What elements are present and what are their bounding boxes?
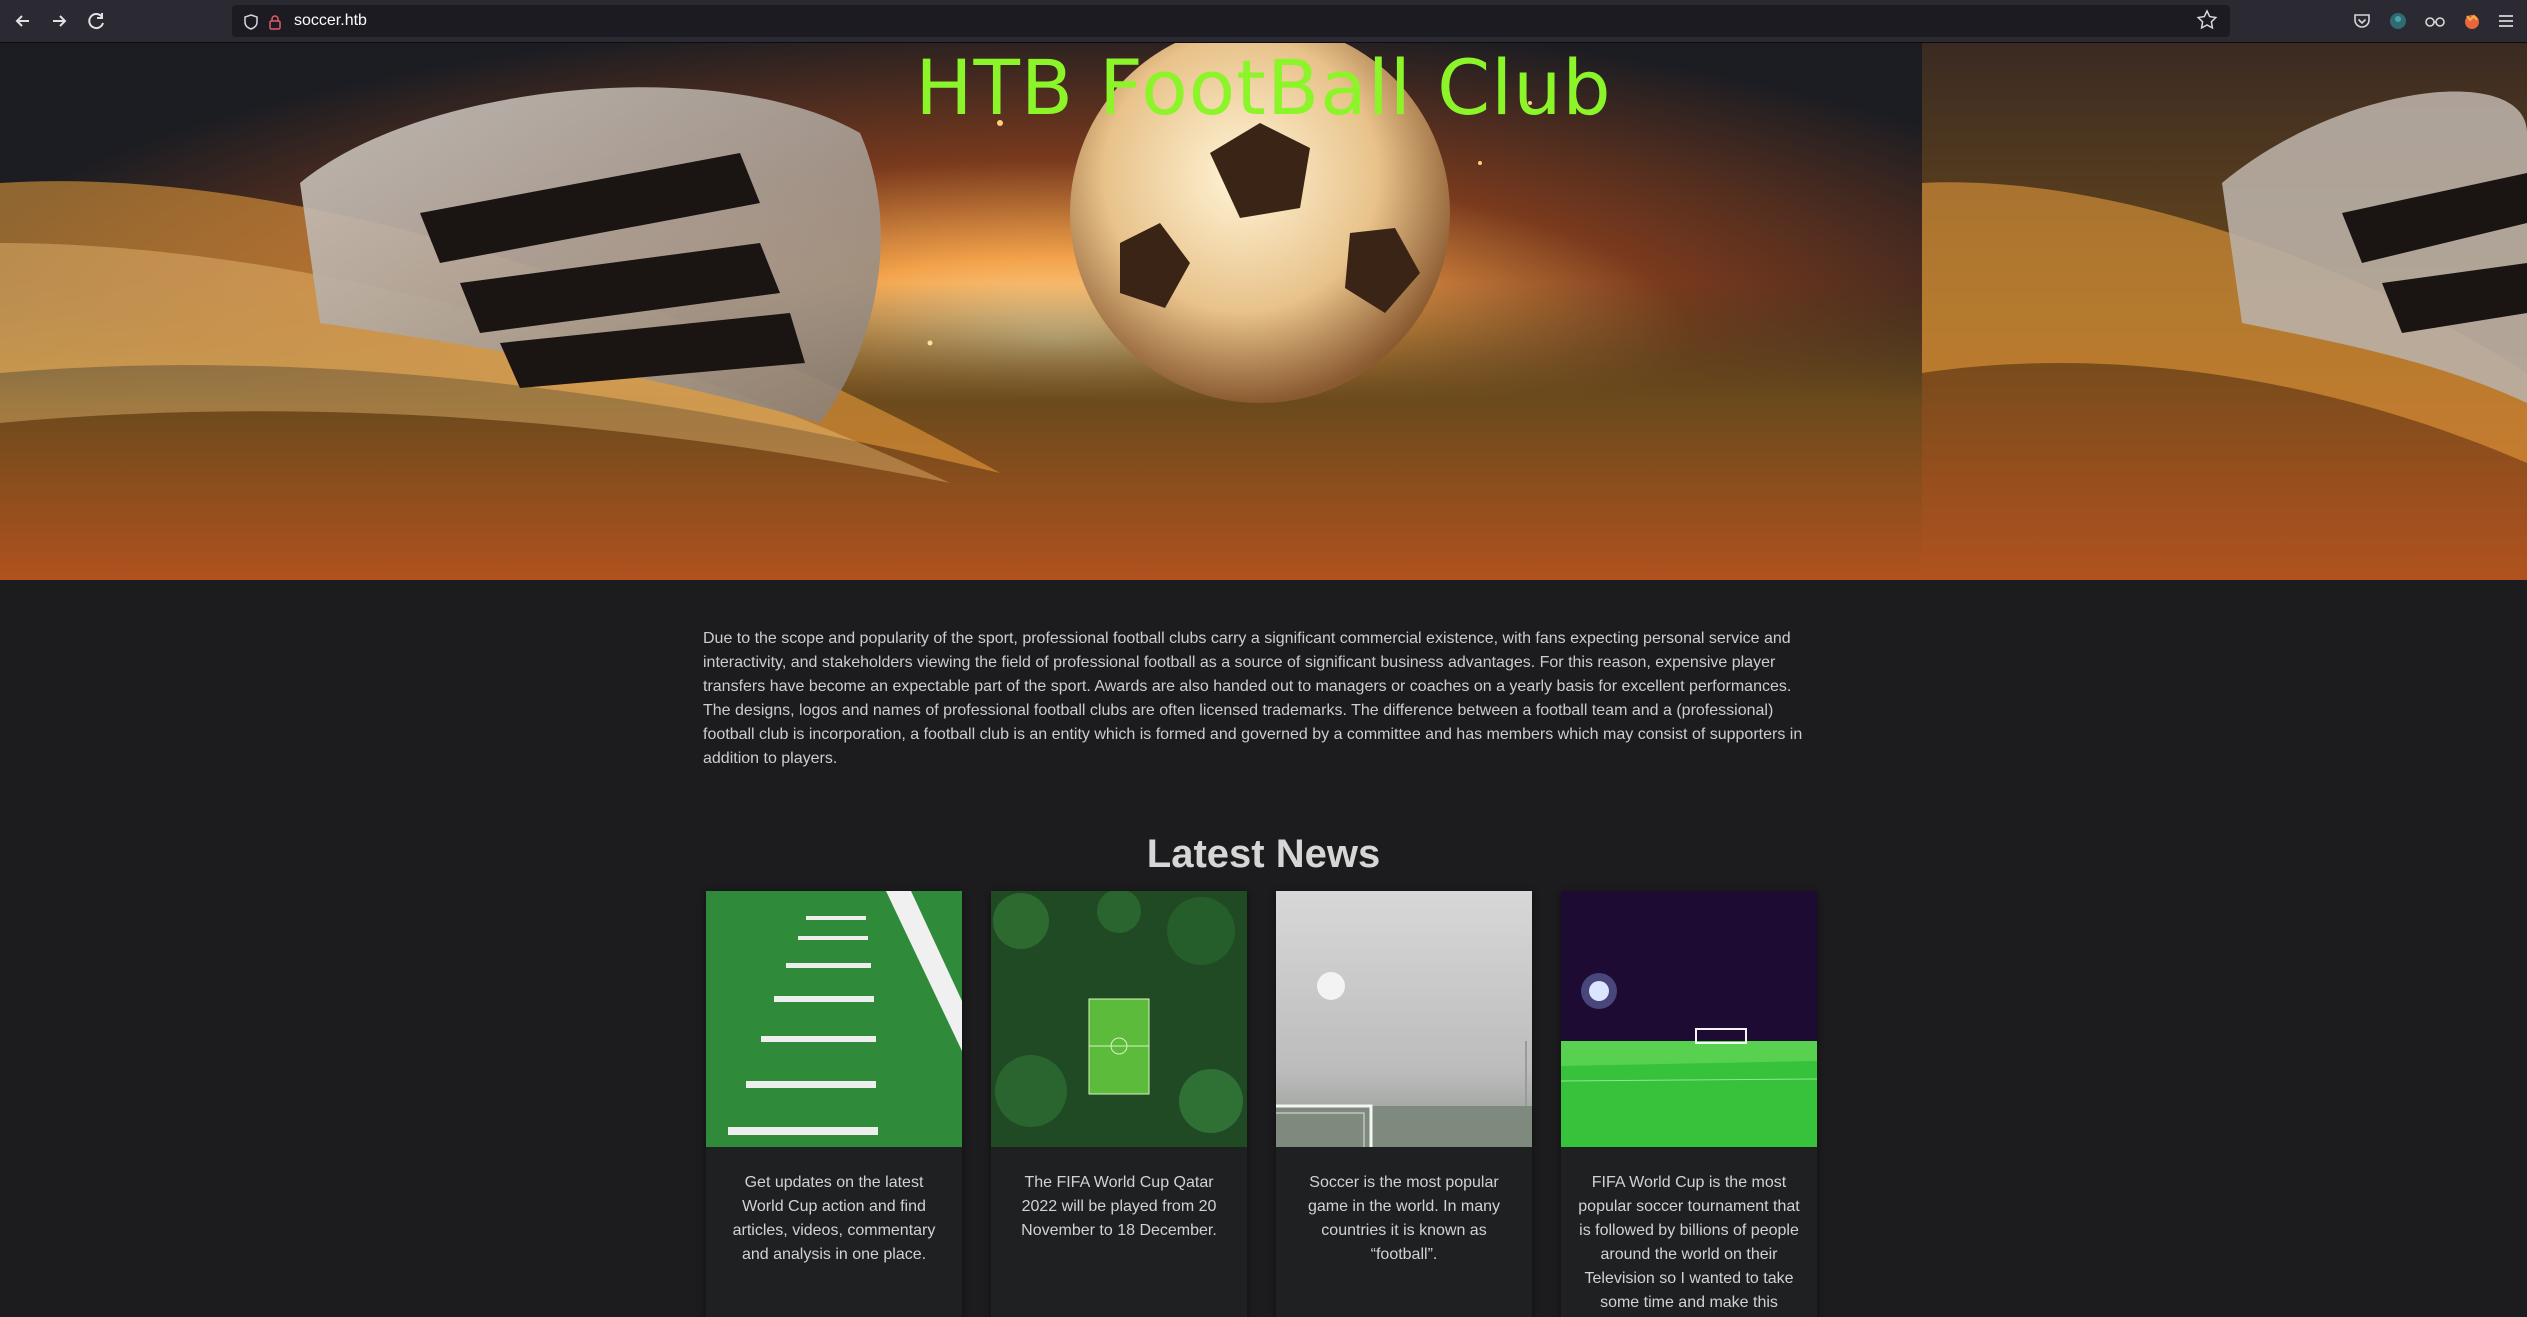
news-card-text: Get updates on the latest World Cup acti… [732,1174,936,1263]
news-card[interactable]: FIFA World Cup is the most popular socce… [1561,891,1817,1317]
news-card-image-field-lines [706,891,962,1147]
news-card-image-night-pitch [1561,891,1817,1147]
back-arrow-icon[interactable] [10,8,36,34]
lock-icon[interactable] [268,14,282,35]
intro-paragraph: Due to the scope and popularity of the s… [703,630,1803,767]
news-card-text: The FIFA World Cup Qatar 2022 will be pl… [1021,1174,1217,1239]
hero-banner: HTB FootBall Club [0,43,2527,580]
news-card-image-forest-pitch [991,891,1247,1147]
menu-icon[interactable] [2496,11,2516,36]
news-card-text: Soccer is the most popular game in the w… [1307,1174,1501,1263]
news-card[interactable]: Soccer is the most popular game in the w… [1276,891,1532,1317]
extension-icon[interactable] [2424,11,2446,36]
url-text[interactable]: soccer.htb [294,5,367,37]
firefox-view-icon[interactable] [2462,11,2482,36]
news-card-text: FIFA World Cup is the most popular socce… [1578,1174,1800,1311]
news-card[interactable]: Get updates on the latest World Cup acti… [706,891,962,1317]
account-icon[interactable] [2388,11,2408,36]
address-bar[interactable]: soccer.htb [232,5,2230,37]
shield-icon[interactable] [244,14,258,35]
reload-icon[interactable] [84,8,110,34]
news-card[interactable]: The FIFA World Cup Qatar 2022 will be pl… [991,891,1247,1317]
news-card-image-foggy-goal [1276,891,1532,1147]
browser-toolbar: soccer.htb [0,0,2527,43]
star-icon[interactable] [2196,9,2218,37]
site-title: HTB FootBall Club [915,43,1612,132]
forward-arrow-icon[interactable] [46,8,72,34]
pocket-icon[interactable] [2352,11,2372,36]
latest-news-heading: Latest News [1146,832,1381,876]
